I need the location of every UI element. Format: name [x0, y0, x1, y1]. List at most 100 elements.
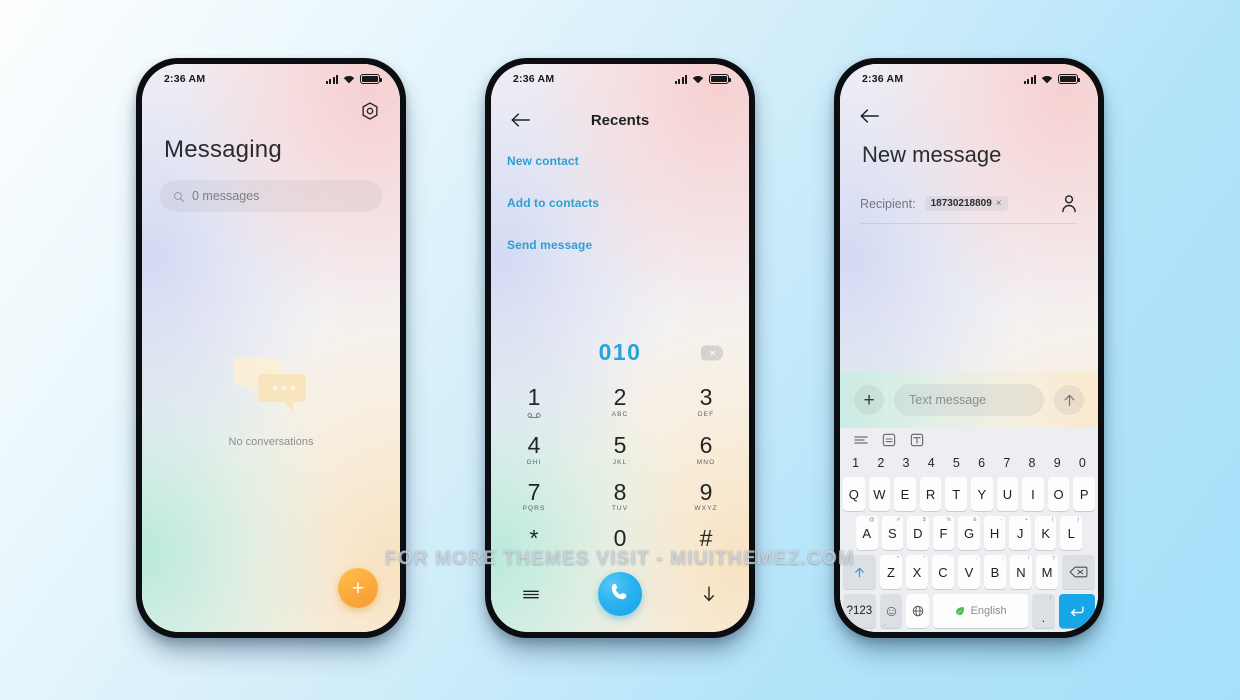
key-digit: 5 [613, 431, 627, 458]
key-s[interactable]: # S [881, 516, 904, 550]
leaf-icon [955, 606, 965, 616]
dialpad-key-2[interactable]: 2 ABC [577, 380, 663, 423]
key-j[interactable]: + J [1009, 516, 1031, 550]
action-new-contact[interactable]: New contact [507, 154, 749, 168]
key-x[interactable]: " X [906, 555, 928, 589]
key-w[interactable]: W [868, 477, 891, 511]
call-button[interactable] [597, 572, 642, 616]
wifi-icon [343, 75, 355, 84]
symbols-key[interactable]: ?123 [843, 594, 876, 628]
key-z[interactable]: * Z [880, 555, 902, 589]
dialpad-key-6[interactable]: 6 MNO [663, 428, 749, 470]
text-message-input[interactable]: Text message [894, 384, 1044, 416]
dialpad-key-hash[interactable]: # [663, 521, 749, 555]
key-u[interactable]: U [996, 477, 1019, 511]
key-h[interactable]: -H [983, 516, 1006, 550]
back-arrow-icon[interactable] [860, 108, 880, 124]
key-t[interactable]: T [945, 477, 967, 511]
num-key[interactable]: 8 [1019, 456, 1044, 470]
new-message-appbar [840, 98, 1098, 134]
menu-icon[interactable] [519, 582, 543, 606]
key-g[interactable]: & G [958, 516, 980, 550]
status-icons [1024, 74, 1080, 84]
dialpad-key-8[interactable]: 8 TUV [577, 475, 663, 517]
key-i[interactable]: I [1022, 477, 1044, 511]
action-send-message[interactable]: Send message [507, 238, 749, 252]
num-key[interactable]: 3 [893, 456, 918, 470]
voicemail-icon [491, 411, 577, 419]
key-r[interactable]: R [919, 477, 942, 511]
key-c[interactable]: ' C [932, 555, 954, 589]
key-m[interactable]: ? M [1036, 555, 1058, 589]
num-key[interactable]: 2 [868, 456, 893, 470]
remove-recipient-icon[interactable]: × [996, 198, 1002, 209]
key-y[interactable]: Y [971, 477, 993, 511]
screen-new-message: 2:36 AM New message Recipient: 187302188… [840, 64, 1098, 632]
menu-lines-icon[interactable] [854, 433, 868, 447]
num-key[interactable]: 9 [1045, 456, 1070, 470]
space-key[interactable]: English [933, 594, 1029, 628]
dialpad-key-3[interactable]: 3 DEF [663, 380, 749, 423]
num-key[interactable]: 4 [919, 456, 944, 470]
dialpad[interactable]: 1 2 ABC 3 DEF 4 GHI 5 JKL 6 MNO 7 PQRS 8… [491, 380, 749, 555]
keyboard-toolbar [840, 428, 1098, 451]
key-v[interactable]: :V [958, 555, 980, 589]
num-key[interactable]: 1 [843, 456, 868, 470]
settings-gear-icon[interactable] [360, 101, 380, 121]
num-key[interactable]: 0 [1070, 456, 1095, 470]
num-key[interactable]: 5 [944, 456, 969, 470]
key-b[interactable]: ; B [984, 555, 1006, 589]
action-add-to-contacts[interactable]: Add to contacts [507, 196, 749, 210]
back-arrow-icon[interactable] [511, 112, 531, 128]
shift-arrow-up-icon[interactable] [843, 555, 876, 589]
key-p[interactable]: P [1073, 477, 1095, 511]
key-n[interactable]: ! N [1010, 555, 1032, 589]
clipboard-icon[interactable] [882, 433, 896, 447]
key-e[interactable]: E [894, 477, 916, 511]
quick-actions: New contact Add to contacts Send message [491, 140, 749, 252]
key-digit: 6 [699, 431, 713, 458]
key-letters: WXYZ [694, 505, 718, 513]
key-label: Z [887, 564, 895, 580]
key-k[interactable]: (K [1034, 516, 1057, 550]
key-letters: ABC [611, 410, 629, 418]
dialpad-key-star[interactable]: * [491, 521, 577, 555]
num-key[interactable]: 6 [969, 456, 994, 470]
emoji-icon[interactable]: , [879, 594, 903, 628]
key-sup: @ [868, 517, 875, 523]
contact-person-icon[interactable] [1060, 194, 1078, 213]
key-o[interactable]: O [1047, 477, 1070, 511]
dialpad-key-9[interactable]: 9 WXYZ [663, 475, 749, 517]
key-letters: JKL [612, 458, 628, 466]
key-label: J [1016, 525, 1024, 541]
num-key[interactable]: 7 [994, 456, 1019, 470]
key-a[interactable]: @ A [855, 516, 878, 550]
key-f[interactable]: % F [932, 516, 955, 550]
enter-arrow-icon[interactable] [1058, 594, 1096, 628]
keyboard-number-row[interactable]: 1 2 3 4 5 6 7 8 9 0 [840, 451, 1098, 475]
arrow-down-icon[interactable] [697, 582, 721, 606]
dialpad-key-7[interactable]: 7 PQRS [491, 475, 577, 517]
plus-icon[interactable]: + [854, 385, 884, 415]
backspace-icon[interactable] [701, 345, 723, 360]
recipient-field[interactable]: Recipient: 18730218809 × [860, 194, 1078, 224]
recipient-chip[interactable]: 18730218809 × [924, 195, 1008, 212]
text-format-icon[interactable] [910, 433, 924, 447]
dialer-appbar: Recents [491, 100, 749, 140]
period-key[interactable]: ♪ . [1032, 594, 1055, 628]
send-arrow-up-icon[interactable] [1054, 385, 1084, 415]
key-sup: % [946, 517, 952, 523]
search-input[interactable]: 0 messages [160, 180, 382, 212]
new-message-fab[interactable]: + [338, 568, 378, 608]
key-d[interactable]: $ D [907, 516, 929, 550]
dialpad-key-4[interactable]: 4 GHI [491, 428, 577, 470]
key-l[interactable]: ) L [1060, 516, 1083, 550]
key-sup: $ [922, 517, 926, 523]
backspace-icon[interactable] [1062, 555, 1095, 589]
dialpad-key-0[interactable]: 0 [577, 521, 663, 555]
dialpad-key-1[interactable]: 1 [491, 380, 577, 423]
globe-icon[interactable] [906, 594, 930, 628]
period-key-sup: ♪ [1049, 595, 1052, 601]
dialpad-key-5[interactable]: 5 JKL [577, 428, 663, 470]
key-q[interactable]: Q [843, 477, 865, 511]
